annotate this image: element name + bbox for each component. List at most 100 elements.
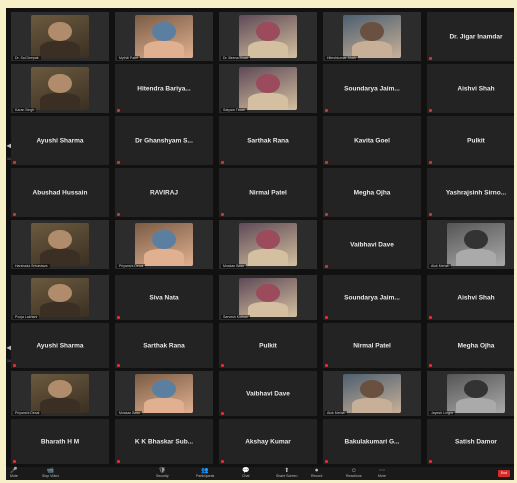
muted-mic-icon — [221, 412, 224, 415]
muted-mic-icon — [429, 109, 432, 112]
participant-tile[interactable]: Hitendra Bariya... — [115, 64, 213, 113]
participant-caption: Priyanshi Desai — [117, 264, 146, 268]
muted-mic-icon — [429, 364, 432, 367]
muted-mic-icon — [221, 460, 224, 463]
participant-tile[interactable]: Alok Mehta — [427, 220, 514, 269]
participant-tile[interactable]: Nirmal Patel — [219, 168, 317, 217]
participant-caption: Hiteshkumar Shah — [325, 56, 358, 60]
participant-tile[interactable]: Muskan Basu — [219, 220, 317, 269]
participant-body — [144, 398, 184, 414]
participant-tile[interactable]: Akshay Kumar — [219, 419, 317, 464]
participant-tile[interactable]: K K Bhaskar Sub... — [115, 419, 213, 464]
participant-grid: Pooja Lakhani Siva Nata Sarvesh Kothari Sou… — [11, 275, 514, 464]
muted-mic-icon — [429, 213, 432, 216]
participant-tile[interactable]: Jayesh Lingra — [427, 371, 514, 416]
participant-tile[interactable]: Hiteshkumar Shah — [323, 12, 421, 61]
toolbar-label: Reactions — [346, 474, 362, 478]
participant-face — [48, 284, 72, 302]
participant-body — [456, 398, 496, 414]
participant-name: Megha Ojha — [353, 189, 391, 196]
participant-tile[interactable]: Alok Mehta — [323, 371, 421, 416]
muted-mic-icon — [429, 161, 432, 164]
end-meeting-button[interactable]: End — [498, 470, 510, 477]
participant-name: Kavita Goel — [354, 137, 390, 144]
participant-tile[interactable]: Sarthak Rana — [219, 116, 317, 165]
participant-face — [256, 229, 280, 250]
chat-button[interactable]: 💬 Chat — [242, 468, 249, 478]
participant-tile[interactable]: Ayushi Sharma — [11, 116, 109, 165]
participant-tile[interactable]: Bakulakumari G... — [323, 419, 421, 464]
participant-tile[interactable]: Aishvi Shah — [427, 64, 514, 113]
participant-tile[interactable]: Pulkit — [427, 116, 514, 165]
participant-name: Nirmal Patel — [353, 342, 391, 349]
participant-tile[interactable]: Aishvi Shah — [427, 275, 514, 320]
participant-body — [352, 41, 392, 59]
participant-tile[interactable]: Megha Ojha — [323, 168, 421, 217]
participant-body — [248, 249, 288, 267]
participant-tile[interactable]: Abushad Hussain — [11, 168, 109, 217]
participant-tile[interactable]: Muskan Basu — [115, 371, 213, 416]
participant-face — [48, 21, 72, 42]
participant-name: Sarthak Rana — [247, 137, 289, 144]
record-button[interactable]: ⏺ Record — [311, 468, 322, 478]
participant-name: Aishvi Shah — [457, 85, 495, 92]
muted-mic-icon — [117, 364, 120, 367]
participant-tile[interactable]: Dr. Beena Bhatt — [219, 12, 317, 61]
toolbar-label: Security — [156, 474, 169, 478]
toolbar-label: Stop Video — [42, 474, 60, 478]
participant-tile[interactable]: Sarvesh Kothari — [219, 275, 317, 320]
participant-tile[interactable]: Bharath H M — [11, 419, 109, 464]
participant-tile[interactable]: Harshada Srivastava — [11, 220, 109, 269]
participant-name: Satish Damor — [455, 438, 497, 445]
participant-caption: Priyanshi Desai — [13, 411, 42, 415]
participant-tile[interactable]: Sarthak Rana — [115, 323, 213, 368]
more-button[interactable]: ⋯ More — [378, 468, 386, 478]
participant-tile[interactable]: Nirmal Patel — [323, 323, 421, 368]
participant-tile[interactable]: Karan Singh — [11, 64, 109, 113]
participant-tile[interactable]: Priyanshi Desai — [11, 371, 109, 416]
participant-tile[interactable]: Siva Nata — [115, 275, 213, 320]
participant-name: Pulkit — [467, 137, 485, 144]
participant-tile[interactable]: Vaibhavi Dave — [219, 371, 317, 416]
participant-tile[interactable]: Kavita Goel — [323, 116, 421, 165]
muted-mic-icon — [325, 265, 328, 268]
muted-mic-icon — [117, 161, 120, 164]
participant-tile[interactable]: Vaibhavi Dave — [323, 220, 421, 269]
participant-tile[interactable]: Satyam Tiwari — [219, 64, 317, 113]
participant-tile[interactable]: Priyanshi Desai — [115, 220, 213, 269]
participants-button[interactable]: 👥 Participants — [196, 468, 214, 478]
participant-caption: Pooja Lakhani — [13, 315, 40, 319]
participant-name: Pulkit — [259, 342, 277, 349]
participant-name: Bharath H M — [40, 438, 80, 445]
participant-tile[interactable]: Mythili Patel — [115, 12, 213, 61]
participant-tile[interactable]: Ayushi Sharma — [11, 323, 109, 368]
participant-tile[interactable]: Pulkit — [219, 323, 317, 368]
security-button[interactable]: 🛡 Security — [156, 468, 169, 478]
participant-face — [48, 73, 72, 94]
muted-mic-icon — [117, 109, 120, 112]
muted-mic-icon — [325, 316, 328, 319]
reactions-button[interactable]: ☺ Reactions — [346, 468, 362, 478]
participant-name: Yashrajsinh Sirno... — [445, 189, 507, 196]
participant-tile[interactable]: Pooja Lakhani — [11, 275, 109, 320]
share-screen-button[interactable]: ⬆ Share Screen — [276, 468, 297, 478]
muted-mic-icon — [221, 213, 224, 216]
participant-tile[interactable]: Dr Ghanshyam S... — [115, 116, 213, 165]
participant-face — [360, 21, 384, 42]
participant-tile[interactable]: Soundarya Jaim... — [323, 64, 421, 113]
participant-face — [152, 229, 176, 250]
participant-tile[interactable]: Soundarya Jaim... — [323, 275, 421, 320]
stop-video-button[interactable]: 📹 Stop Video — [42, 468, 59, 478]
participant-tile[interactable]: RAVIRAJ — [115, 168, 213, 217]
participant-tile[interactable]: Satish Damor — [427, 419, 514, 464]
participant-tile[interactable]: Megha Ojha — [427, 323, 514, 368]
participant-body — [144, 41, 184, 59]
participant-name: Soundarya Jaim... — [344, 294, 400, 301]
participant-tile[interactable]: Dr. Sai Deepak — [11, 12, 109, 61]
muted-mic-icon — [117, 316, 120, 319]
participant-tile[interactable]: Dr. Jigar Inamdar — [427, 12, 514, 61]
participant-name: Siva Nata — [149, 294, 179, 301]
toolbar-label: Mute — [10, 474, 18, 478]
mute-button[interactable]: 🎤 Mute — [10, 468, 18, 478]
participant-tile[interactable]: Yashrajsinh Sirno... — [427, 168, 514, 217]
